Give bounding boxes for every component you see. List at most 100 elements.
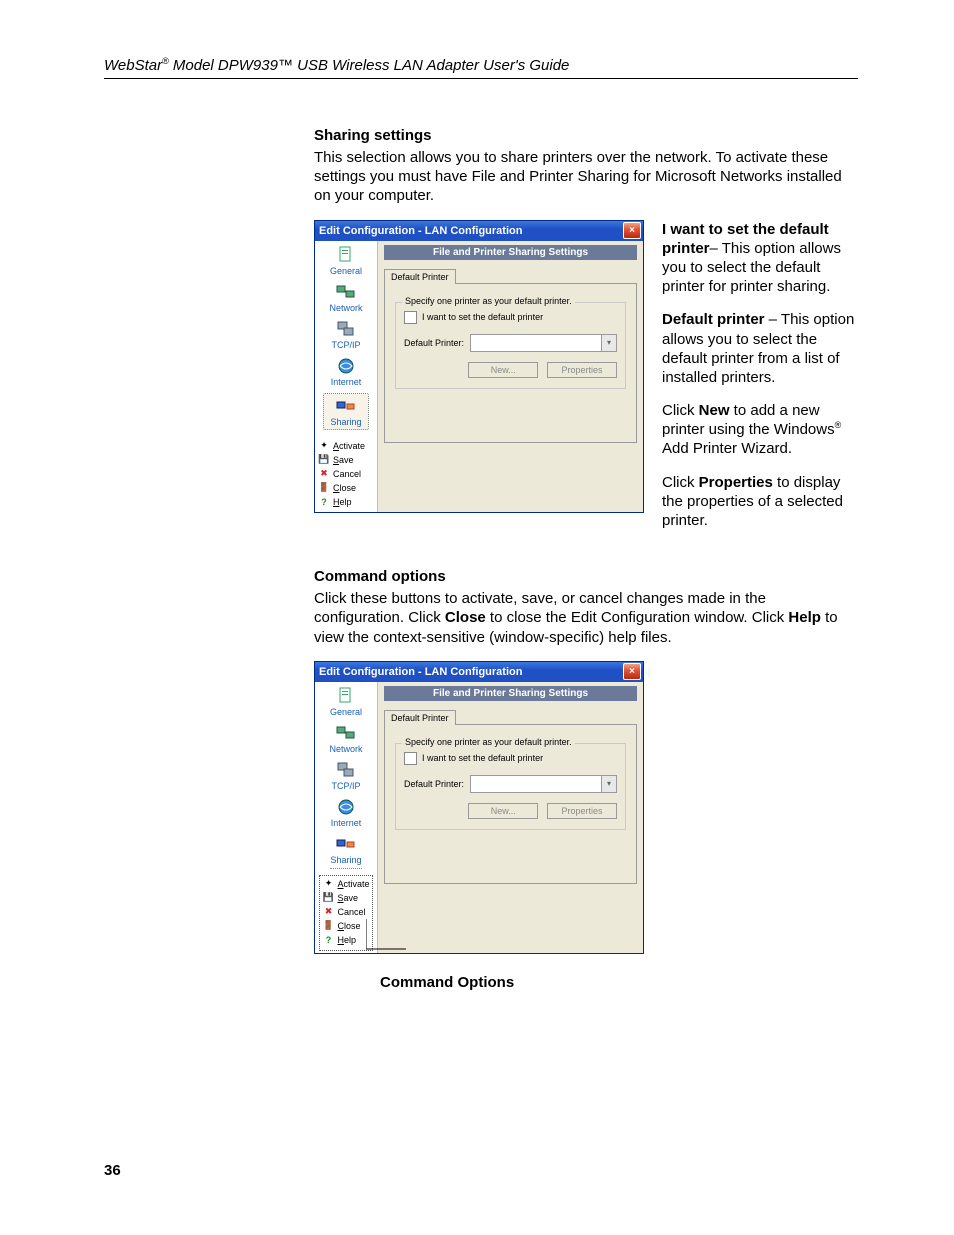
default-printer-dropdown[interactable]: ▾ bbox=[470, 334, 617, 352]
sharing-icon bbox=[335, 834, 357, 854]
field-label: Default Printer: bbox=[404, 338, 470, 348]
properties-button[interactable]: Properties bbox=[547, 362, 617, 378]
running-header: WebStar® Model DPW939™ USB Wireless LAN … bbox=[104, 56, 858, 74]
help-button[interactable]: ?Help bbox=[322, 934, 369, 946]
sidebar-label: General bbox=[330, 707, 362, 717]
close-button[interactable]: 🚪Close bbox=[318, 482, 380, 494]
edit-config-dialog-1: Edit Configuration - LAN Configuration ×… bbox=[314, 220, 644, 513]
group-label: Specify one printer as your default prin… bbox=[402, 737, 575, 747]
set-default-checkbox[interactable] bbox=[404, 311, 417, 324]
chevron-down-icon: ▾ bbox=[601, 335, 616, 351]
checkbox-label: I want to set the default printer bbox=[422, 753, 543, 763]
field-label: Default Printer: bbox=[404, 779, 470, 789]
save-button[interactable]: 💾Save bbox=[318, 454, 380, 466]
checkbox-label: I want to set the default printer bbox=[422, 312, 543, 322]
help-button[interactable]: ?Help bbox=[318, 496, 380, 508]
document-icon bbox=[335, 686, 357, 706]
close-button[interactable]: 🚪Close bbox=[322, 920, 369, 932]
tab-default-printer[interactable]: Default Printer bbox=[384, 710, 456, 725]
tab-body: Specify one printer as your default prin… bbox=[384, 724, 637, 884]
activate-button[interactable]: ✦Activate bbox=[322, 878, 369, 890]
set-default-checkbox[interactable] bbox=[404, 752, 417, 765]
internet-icon bbox=[335, 356, 357, 376]
sidebar-label: Internet bbox=[331, 377, 362, 387]
callout-line bbox=[366, 919, 426, 969]
sidebar-label: TCP/IP bbox=[331, 340, 360, 350]
sidebar-item-network[interactable]: Network bbox=[329, 723, 362, 754]
window-title: Edit Configuration - LAN Configuration bbox=[319, 666, 623, 678]
group-label: Specify one printer as your default prin… bbox=[402, 296, 575, 306]
cancel-button[interactable]: ✖Cancel bbox=[322, 906, 369, 918]
edit-config-dialog-2: Edit Configuration - LAN Configuration ×… bbox=[314, 661, 644, 954]
sidebar-item-sharing[interactable]: Sharing bbox=[330, 834, 361, 869]
figure-caption: Command Options bbox=[380, 974, 714, 991]
page-number: 36 bbox=[104, 1162, 121, 1179]
save-button[interactable]: 💾Save bbox=[322, 892, 369, 904]
network-icon bbox=[335, 723, 357, 743]
tab-default-printer[interactable]: Default Printer bbox=[384, 269, 456, 284]
sharing-right-column: I want to set the default printer– This … bbox=[662, 220, 858, 545]
opt2-title: Default printer bbox=[662, 311, 765, 328]
titlebar[interactable]: Edit Configuration - LAN Configuration × bbox=[315, 221, 643, 241]
sidebar-item-general[interactable]: General bbox=[330, 686, 362, 717]
new-label: New bbox=[699, 402, 730, 419]
dialog-main: File and Printer Sharing Settings Defaul… bbox=[378, 682, 643, 953]
tab-body: Specify one printer as your default prin… bbox=[384, 283, 637, 443]
sidebar-item-internet[interactable]: Internet bbox=[331, 356, 362, 387]
close-door-icon: 🚪 bbox=[322, 920, 334, 932]
tcpip-icon bbox=[335, 760, 357, 780]
model-text: Model DPW939™ USB Wireless LAN Adapter U… bbox=[169, 57, 570, 74]
sharing-intro: This selection allows you to share print… bbox=[314, 148, 858, 206]
sidebar-label: General bbox=[330, 266, 362, 276]
close-icon[interactable]: × bbox=[623, 222, 641, 239]
sharing-icon bbox=[335, 396, 357, 416]
default-printer-dropdown[interactable]: ▾ bbox=[470, 775, 617, 793]
cancel-icon: ✖ bbox=[318, 468, 330, 480]
command-options-heading: Command options bbox=[314, 568, 858, 585]
new-button[interactable]: New... bbox=[468, 803, 538, 819]
reg-mark: ® bbox=[162, 56, 169, 66]
sidebar-label: Sharing bbox=[330, 417, 361, 427]
sidebar-label: Network bbox=[329, 303, 362, 313]
document-icon bbox=[335, 245, 357, 265]
close-door-icon: 🚪 bbox=[318, 482, 330, 494]
properties-label: Properties bbox=[699, 474, 773, 491]
sidebar-label: TCP/IP bbox=[331, 781, 360, 791]
sidebar-item-internet[interactable]: Internet bbox=[331, 797, 362, 828]
header-rule bbox=[104, 78, 858, 79]
sidebar-item-tcpip[interactable]: TCP/IP bbox=[331, 319, 360, 350]
brand-name: WebStar bbox=[104, 57, 162, 74]
command-list-highlighted: ✦Activate 💾Save ✖Cancel 🚪Close ?Help bbox=[319, 875, 372, 951]
window-title: Edit Configuration - LAN Configuration bbox=[319, 225, 623, 237]
close-icon[interactable]: × bbox=[623, 663, 641, 680]
dialog-main: File and Printer Sharing Settings Defaul… bbox=[378, 241, 643, 512]
activate-icon: ✦ bbox=[318, 440, 330, 452]
default-printer-group: Specify one printer as your default prin… bbox=[395, 302, 626, 389]
activate-button[interactable]: ✦Activate bbox=[318, 440, 380, 452]
new-button[interactable]: New... bbox=[468, 362, 538, 378]
help-icon: ? bbox=[322, 934, 334, 946]
save-icon: 💾 bbox=[322, 892, 334, 904]
sidebar-item-sharing[interactable]: Sharing bbox=[323, 393, 368, 430]
sidebar-item-tcpip[interactable]: TCP/IP bbox=[331, 760, 360, 791]
titlebar[interactable]: Edit Configuration - LAN Configuration × bbox=[315, 662, 643, 682]
sidebar-item-general[interactable]: General bbox=[330, 245, 362, 276]
properties-button[interactable]: Properties bbox=[547, 803, 617, 819]
panel-title: File and Printer Sharing Settings bbox=[384, 686, 637, 701]
sidebar-label: Network bbox=[329, 744, 362, 754]
help-icon: ? bbox=[318, 496, 330, 508]
cancel-button[interactable]: ✖Cancel bbox=[318, 468, 380, 480]
dialog-sidebar: General Network TCP/IP Internet bbox=[315, 682, 378, 953]
sidebar-item-network[interactable]: Network bbox=[329, 282, 362, 313]
command-list: ✦Activate 💾Save ✖Cancel 🚪Close ?Help bbox=[312, 440, 380, 510]
sidebar-label: Sharing bbox=[330, 855, 361, 865]
dialog-sidebar: General Network TCP/IP Internet bbox=[315, 241, 378, 512]
tcpip-icon bbox=[335, 319, 357, 339]
internet-icon bbox=[335, 797, 357, 817]
default-printer-group: Specify one printer as your default prin… bbox=[395, 743, 626, 830]
save-icon: 💾 bbox=[318, 454, 330, 466]
sharing-heading: Sharing settings bbox=[314, 127, 858, 144]
sidebar-label: Internet bbox=[331, 818, 362, 828]
panel-title: File and Printer Sharing Settings bbox=[384, 245, 637, 260]
network-icon bbox=[335, 282, 357, 302]
